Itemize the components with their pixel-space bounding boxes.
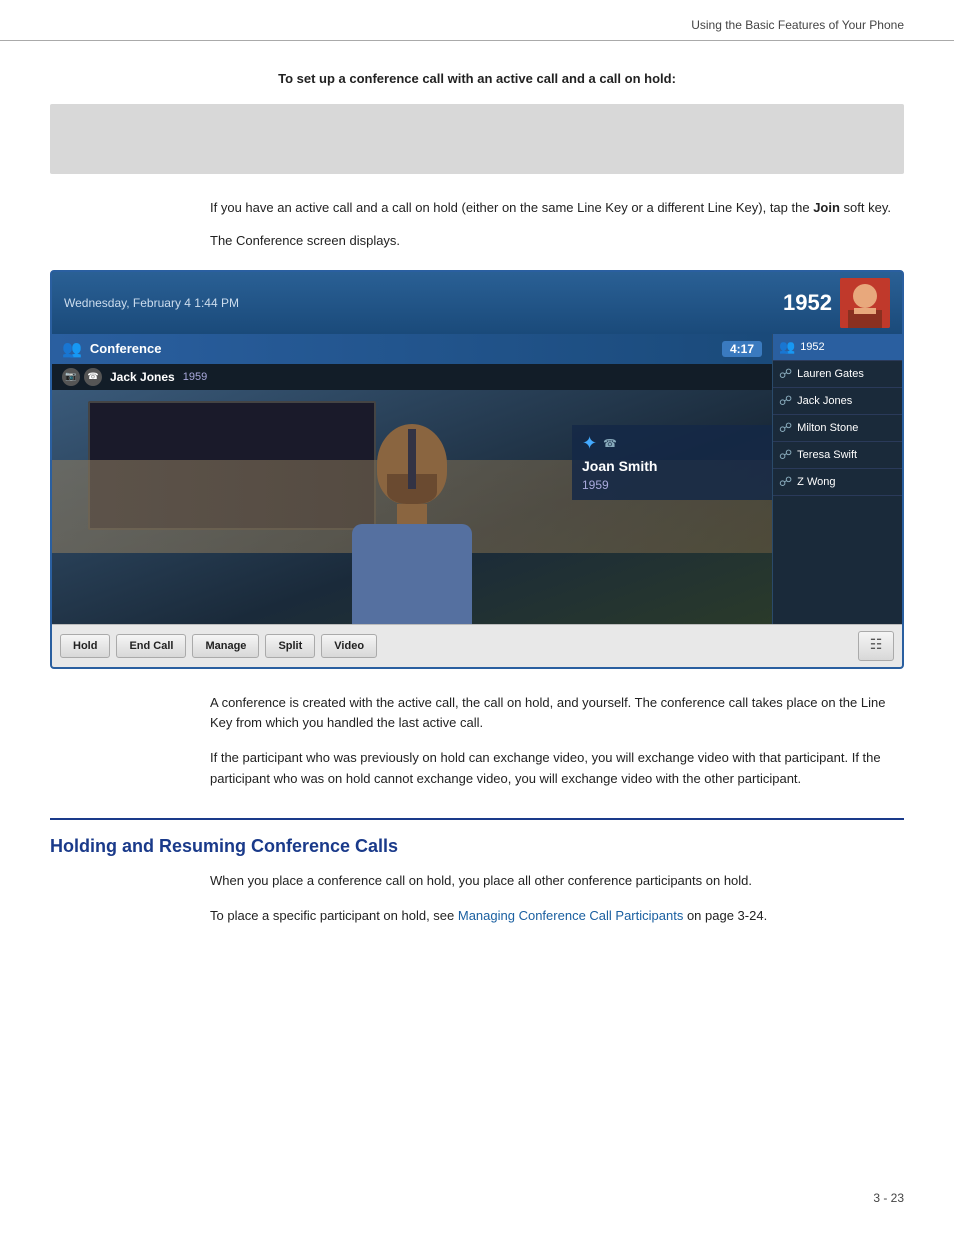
participant-icon-2: ☍ — [779, 393, 792, 409]
tie — [408, 429, 416, 489]
page-number: 3 - 23 — [873, 1191, 904, 1205]
phone-main-area: 👥 Conference 4:17 📷 ☎ Jack Jones 1959 — [52, 334, 902, 624]
incoming-call-overlay: ✦ ☎ Joan Smith 1959 — [572, 425, 772, 500]
active-call-ext: 1959 — [183, 371, 207, 383]
participant-1952[interactable]: 👥 1952 — [773, 334, 902, 361]
body-text-2: The Conference screen displays. — [50, 231, 904, 252]
image-placeholder — [50, 104, 904, 174]
phone-left-panel: 👥 Conference 4:17 📷 ☎ Jack Jones 1959 — [52, 334, 772, 624]
grid-view-button[interactable]: ☷ — [858, 631, 894, 661]
participant-teresa[interactable]: ☍ Teresa Swift — [773, 442, 902, 469]
incoming-call-name: Joan Smith — [582, 458, 762, 474]
header-title: Using the Basic Features of Your Phone — [691, 18, 904, 32]
manage-button[interactable]: Manage — [192, 634, 259, 658]
active-call-icons: 📷 ☎ — [62, 368, 102, 386]
person-figure — [352, 424, 472, 624]
incoming-call-icon: ✦ — [582, 433, 597, 454]
participant-icon-1: ☍ — [779, 366, 792, 382]
conference-icon: 👥 — [62, 339, 82, 359]
participant-conf-icon: 👥 — [779, 339, 795, 355]
phone-extension: 1952 — [783, 290, 832, 316]
holding-body-2: To place a specific participant on hold,… — [50, 906, 904, 927]
conference-bar: 👥 Conference 4:17 — [52, 334, 772, 364]
hold-button[interactable]: Hold — [60, 634, 110, 658]
camera-icon: 📷 — [62, 368, 80, 386]
participant-icon-3: ☍ — [779, 420, 792, 436]
phone-top-bar: Wednesday, February 4 1:44 PM 1952 — [52, 272, 902, 334]
participant-lauren[interactable]: ☍ Lauren Gates — [773, 361, 902, 388]
participant-icon-4: ☍ — [779, 447, 792, 463]
body-text-3: A conference is created with the active … — [50, 693, 904, 735]
video-area: ✦ ☎ Joan Smith 1959 — [52, 390, 772, 624]
phone-datetime: Wednesday, February 4 1:44 PM — [64, 296, 239, 310]
person-body — [352, 524, 472, 624]
active-call-name: Jack Jones — [110, 370, 175, 384]
holding-body-1: When you place a conference call on hold… — [50, 871, 904, 892]
body-text-1: If you have an active call and a call on… — [50, 198, 904, 219]
participant-icon-5: ☍ — [779, 474, 792, 490]
chapter-heading: Holding and Resuming Conference Calls — [50, 836, 904, 857]
end-call-button[interactable]: End Call — [116, 634, 186, 658]
section-divider — [50, 818, 904, 820]
managing-conference-link[interactable]: Managing Conference Call Participants — [458, 908, 683, 923]
participant-milton[interactable]: ☍ Milton Stone — [773, 415, 902, 442]
phone-screenshot: Wednesday, February 4 1:44 PM 1952 — [50, 270, 904, 669]
avatar — [840, 278, 890, 328]
phone-icon: ☎ — [84, 368, 102, 386]
conf-label: Conference — [90, 341, 162, 356]
split-button[interactable]: Split — [265, 634, 315, 658]
video-button[interactable]: Video — [321, 634, 377, 658]
phone-participants-panel: 👥 1952 ☍ Lauren Gates ☍ Jack Jones ☍ Mil… — [772, 334, 902, 624]
page-header: Using the Basic Features of Your Phone — [0, 0, 954, 41]
body-text-4: If the participant who was previously on… — [50, 748, 904, 790]
section-heading: To set up a conference call with an acti… — [50, 71, 904, 86]
person-neck — [397, 504, 427, 524]
conf-timer: 4:17 — [722, 341, 762, 357]
active-call-row: 📷 ☎ Jack Jones 1959 — [52, 364, 772, 390]
participant-jack[interactable]: ☍ Jack Jones — [773, 388, 902, 415]
phone-button-bar: Hold End Call Manage Split Video ☷ — [52, 624, 902, 667]
incoming-call-ext: 1959 — [582, 478, 762, 492]
participant-zwong[interactable]: ☍ Z Wong — [773, 469, 902, 496]
